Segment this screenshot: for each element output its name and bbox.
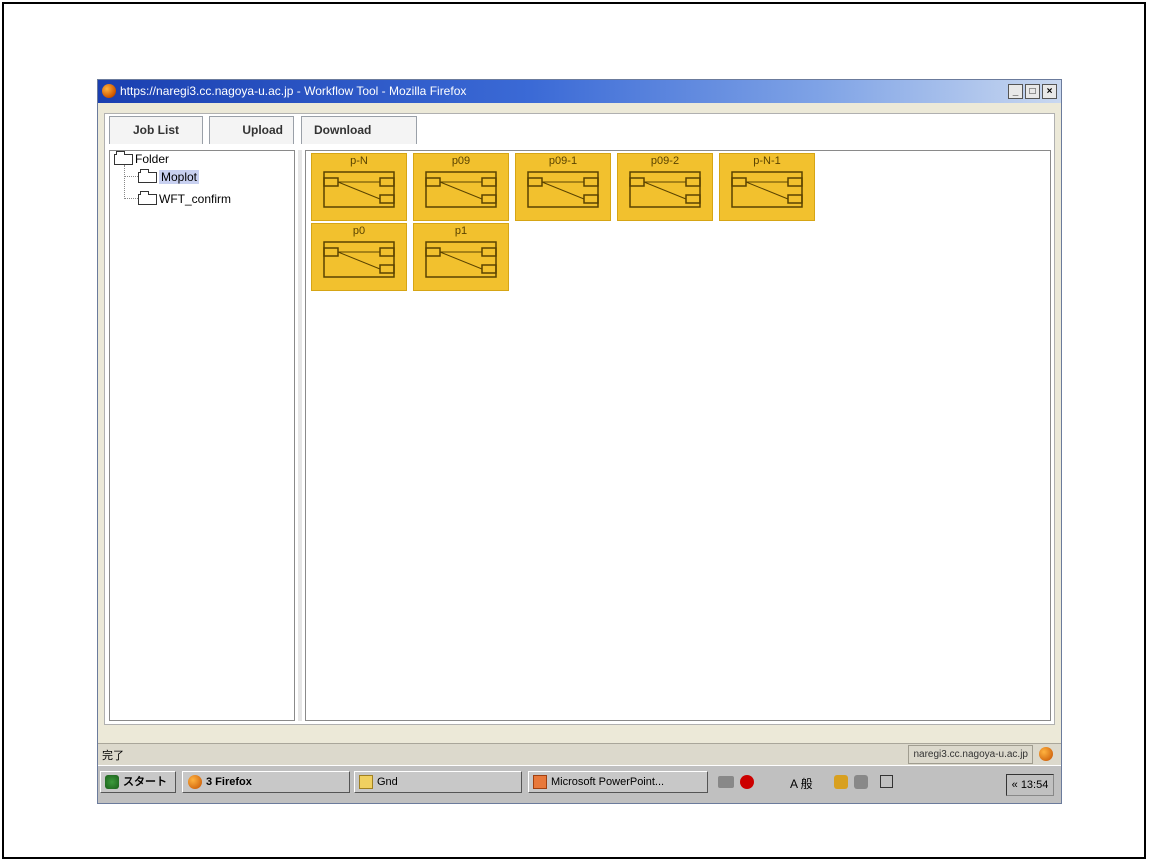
job-label: p-N [350,155,368,167]
tree-node-wft-confirm[interactable]: WFT_confirm [138,191,231,206]
windows-icon [105,775,119,790]
powerpoint-icon [533,775,547,790]
taskbar-item-powerpoint[interactable]: Microsoft PowerPoint... [528,771,708,793]
job-label: p09-1 [548,155,578,167]
maximize-button[interactable]: □ [1025,84,1040,99]
taskbar-label: Microsoft PowerPoint... [551,776,665,788]
clock[interactable]: « 13:54 [1006,774,1054,796]
close-button[interactable]: × [1042,84,1057,99]
tree-label: WFT_confirm [159,192,231,206]
workflow-icon [425,241,497,278]
job-tile[interactable]: p09 [413,153,509,221]
tree-label-selected: Moplot [159,170,200,184]
job-label: p09-2 [650,155,680,167]
tab-upload[interactable]: Upload [209,116,294,144]
folder-icon [114,151,133,166]
help-icon[interactable] [880,775,893,788]
minimize-button[interactable]: _ [1008,84,1023,99]
tray-icon[interactable] [834,775,848,789]
firefox-icon [102,84,116,98]
tree-connector [124,165,125,199]
tree-label: Folder [135,152,170,166]
slide-frame: https://naregi3.cc.nagoya-u.ac.jp - Work… [2,2,1146,859]
workflow-icon [425,171,497,208]
job-label: p09 [451,155,471,167]
security-icon[interactable] [1039,747,1053,761]
title-bar[interactable]: https://naregi3.cc.nagoya-u.ac.jp - Work… [98,80,1061,103]
job-tile[interactable]: p-N [311,153,407,221]
status-text: 完了 [102,750,124,762]
taskbar: スタート 3 Firefox Gnd Microsoft PowerPoint.… [98,765,1061,803]
tree-connector [124,176,138,177]
folder-tree: Folder Moplot WFT_confirm [109,150,295,721]
workflow-tool: Job List Upload Download Folder Moplot W… [104,113,1055,725]
tree-connector [124,198,138,199]
job-label: p-N-1 [753,155,781,167]
browser-window: https://naregi3.cc.nagoya-u.ac.jp - Work… [97,79,1062,804]
taskbar-label: 3 Firefox [206,776,252,788]
tree-node-folder[interactable]: Folder [114,151,170,166]
tray-icon[interactable] [854,775,868,789]
job-tile[interactable]: p1 [413,223,509,291]
system-tray: A 般 « 13:54 [714,770,1054,796]
start-label: スタート [123,776,167,788]
taskbar-item-firefox[interactable]: 3 Firefox [182,771,350,793]
ime-indicator[interactable]: A 般 [790,775,813,792]
folder-icon [138,169,157,184]
workflow-icon [629,171,701,208]
workflow-icon [527,171,599,208]
folder-icon [138,191,157,206]
job-label: p1 [454,225,468,237]
taskbar-item-gnd[interactable]: Gnd [354,771,522,793]
status-bar: 完了 naregi3.cc.nagoya-u.ac.jp [98,743,1061,765]
job-tile[interactable]: p-N-1 [719,153,815,221]
workflow-icon [323,241,395,278]
window-title: https://naregi3.cc.nagoya-u.ac.jp - Work… [120,84,467,98]
status-host: naregi3.cc.nagoya-u.ac.jp [908,745,1033,764]
folder-icon [359,775,373,790]
job-tile[interactable]: p09-1 [515,153,611,221]
job-tile[interactable]: p0 [311,223,407,291]
pane-splitter[interactable] [298,150,302,721]
firefox-icon [188,775,202,790]
job-label: p0 [352,225,366,237]
workflow-icon [323,171,395,208]
start-button[interactable]: スタート [100,771,176,793]
tree-node-moplot[interactable]: Moplot [138,169,200,184]
app-tray-icon[interactable] [740,775,754,789]
job-tile[interactable]: p09-2 [617,153,713,221]
taskbar-label: Gnd [377,776,398,788]
workflow-icon [731,171,803,208]
job-panel: p-N p09 p09-1 p09-2 p-N-1 p0 p1 [305,150,1051,721]
tab-download[interactable]: Download [301,116,417,144]
tab-job-list[interactable]: Job List [109,116,203,144]
network-icon[interactable] [718,776,734,788]
